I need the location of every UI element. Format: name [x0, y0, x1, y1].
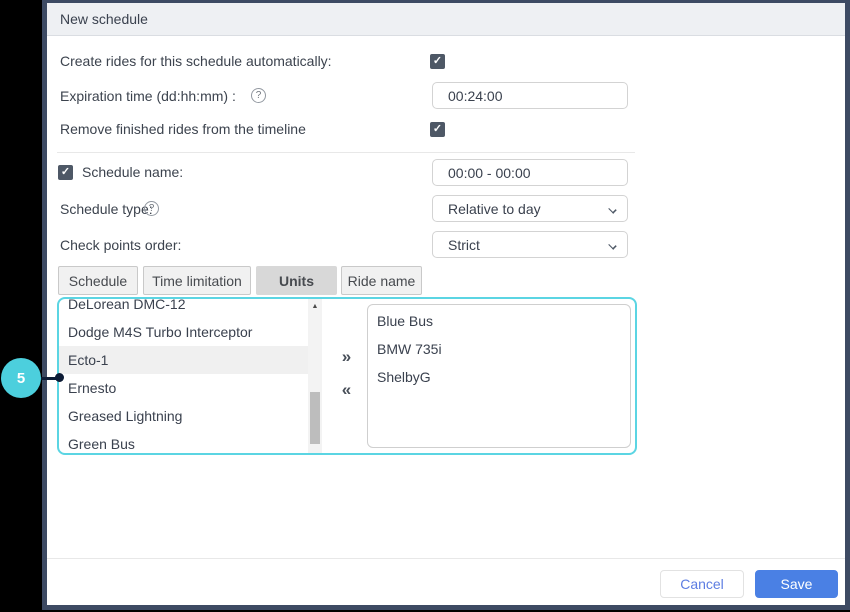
tab-schedule[interactable]: Schedule: [58, 266, 138, 295]
expiration-input[interactable]: 00:24:00: [432, 82, 628, 109]
list-item[interactable]: Green Bus: [59, 430, 308, 453]
list-item[interactable]: Ernesto: [59, 374, 308, 402]
tab-units[interactable]: Units: [256, 266, 337, 295]
schedule-name-input[interactable]: 00:00 - 00:00: [432, 159, 628, 186]
schedule-name-checkbox[interactable]: ✓: [58, 165, 73, 180]
new-schedule-dialog: New schedule Create rides for this sched…: [42, 0, 850, 610]
save-button[interactable]: Save: [755, 570, 838, 598]
units-dual-list-panel: DeLorean DMC-12 Dodge M4S Turbo Intercep…: [57, 297, 637, 455]
tab-ride-name[interactable]: Ride name: [341, 266, 422, 295]
scrollbar-thumb[interactable]: [310, 392, 320, 444]
auto-create-label: Create rides for this schedule automatic…: [60, 53, 332, 69]
move-left-button[interactable]: «: [331, 378, 361, 402]
double-chevron-right-icon: »: [342, 347, 350, 367]
move-right-button[interactable]: »: [331, 345, 361, 369]
dialog-titlebar: New schedule: [47, 3, 845, 36]
remove-finished-checkbox[interactable]: ✓: [430, 122, 445, 137]
cancel-button[interactable]: Cancel: [660, 570, 744, 598]
tab-time-limitation[interactable]: Time limitation: [143, 266, 251, 295]
list-item[interactable]: Greased Lightning: [59, 402, 308, 430]
help-icon[interactable]: ?: [251, 88, 266, 103]
callout-badge-5: 5: [1, 358, 41, 398]
assigned-units-list[interactable]: Blue Bus BMW 735i ShelbyG: [367, 304, 631, 448]
list-item[interactable]: ShelbyG: [368, 363, 630, 391]
scrollbar[interactable]: ▲: [308, 299, 322, 453]
callout-dot: [55, 373, 64, 382]
remove-finished-label: Remove finished rides from the timeline: [60, 121, 306, 137]
section-divider: [57, 152, 635, 153]
auto-create-checkbox[interactable]: ✓: [430, 54, 445, 69]
screen: New schedule Create rides for this sched…: [0, 0, 850, 612]
checkpoints-order-select[interactable]: Strict: [432, 231, 628, 258]
footer-divider: [47, 558, 845, 559]
chevron-down-icon: [608, 205, 616, 213]
schedule-type-label: Schedule type:: [60, 201, 153, 217]
expiration-label: Expiration time (dd:hh:mm) :: [60, 88, 236, 104]
checkpoints-order-label: Check points order:: [60, 237, 181, 253]
list-item[interactable]: DeLorean DMC-12: [59, 299, 308, 318]
help-icon[interactable]: ?: [144, 201, 159, 216]
double-chevron-left-icon: «: [342, 380, 350, 400]
available-units-list[interactable]: DeLorean DMC-12 Dodge M4S Turbo Intercep…: [59, 299, 308, 453]
scroll-up-icon[interactable]: ▲: [308, 300, 322, 312]
dialog-title: New schedule: [60, 11, 148, 27]
schedule-type-select[interactable]: Relative to day: [432, 195, 628, 222]
check-icon: ✓: [61, 167, 70, 178]
list-item-selected[interactable]: Ecto-1: [59, 346, 308, 374]
list-item[interactable]: Blue Bus: [368, 307, 630, 335]
list-item[interactable]: Dodge M4S Turbo Interceptor: [59, 318, 308, 346]
chevron-down-icon: [608, 241, 616, 249]
schedule-name-label: Schedule name:: [82, 164, 183, 180]
check-icon: ✓: [433, 124, 442, 135]
list-item[interactable]: BMW 735i: [368, 335, 630, 363]
check-icon: ✓: [433, 56, 442, 67]
